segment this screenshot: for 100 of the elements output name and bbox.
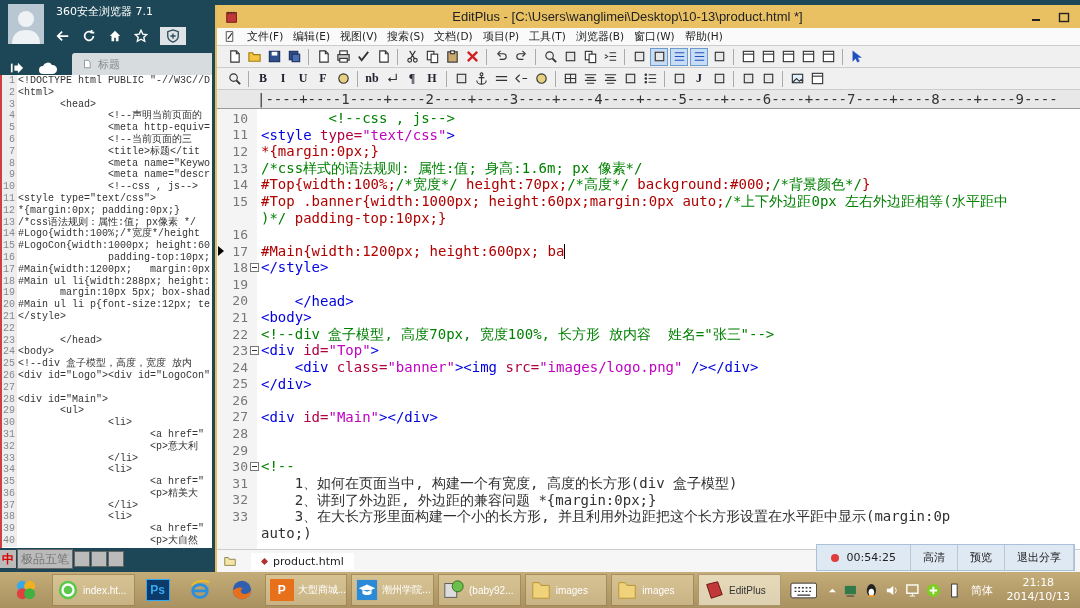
line-number: 16 xyxy=(232,226,248,242)
list-icon xyxy=(642,71,658,86)
menu-item[interactable]: 文档(D) xyxy=(429,29,478,44)
code-line: <!-- xyxy=(260,458,295,476)
keyboard-icon[interactable] xyxy=(789,581,818,599)
refresh-icon[interactable] xyxy=(82,29,96,43)
menu-item[interactable]: 帮助(H) xyxy=(679,29,728,44)
format-button[interactable]: H xyxy=(423,69,441,88)
menu-item[interactable]: 项目(P) xyxy=(477,29,525,44)
menu-item[interactable]: 搜索(S) xyxy=(382,29,430,44)
clock-time: 21:18 xyxy=(1022,576,1055,590)
folder-icon[interactable] xyxy=(223,554,237,568)
code-line: <a href=" xyxy=(149,523,205,535)
code-line: </li> xyxy=(107,499,139,511)
avatar-icon xyxy=(8,4,44,44)
save-icon xyxy=(266,49,282,64)
line-number: 33 xyxy=(232,509,248,525)
app-badge: P xyxy=(269,579,294,601)
code-line: </li> xyxy=(107,452,139,464)
collapse-icon[interactable] xyxy=(249,263,259,273)
menu-item[interactable]: 文件(F) xyxy=(242,29,289,44)
line-number: 4 xyxy=(2,110,17,123)
code-line: 2、讲到了外边距, 外边距的兼容问题 *{margin:0px;} xyxy=(293,491,657,509)
code-line: <p>意大利 xyxy=(149,440,199,453)
code-line: margin:10px 5px; box-shad xyxy=(59,287,211,299)
line-number: 12 xyxy=(232,144,248,159)
format-button[interactable]: F xyxy=(314,69,332,88)
line-number: 29 xyxy=(2,405,17,418)
menu-item[interactable]: 窗口(W) xyxy=(629,29,680,44)
code-line: <li> xyxy=(107,511,133,524)
recorder-button[interactable]: 退出分享 xyxy=(1005,545,1074,570)
code-line: </div> xyxy=(260,375,312,393)
menu-item[interactable]: 工具(T) xyxy=(524,29,571,44)
monitor-icon[interactable] xyxy=(905,582,921,598)
line-number: 30 xyxy=(232,459,248,475)
line-number: 17 xyxy=(232,243,248,259)
line-number: 21 xyxy=(232,309,248,325)
line-number: 24 xyxy=(232,359,248,375)
ime-button[interactable] xyxy=(74,551,90,567)
menu-item[interactable]: 视图(V) xyxy=(335,29,383,44)
code-line: <p>精美大 xyxy=(149,487,199,500)
recorder-button[interactable]: 高清 xyxy=(911,545,958,570)
shield-icon xyxy=(166,29,180,43)
code-line: <p>大自然 xyxy=(149,535,199,547)
line-number: 24 xyxy=(2,346,17,359)
line-number: 30 xyxy=(2,417,17,429)
image-icon xyxy=(789,71,805,86)
code-line: #Main ul li{width:288px; height: xyxy=(17,275,211,287)
toolbar-button[interactable] xyxy=(650,47,668,66)
code-line: <style type="text/css"> xyxy=(17,192,157,205)
line-number: 19 xyxy=(2,287,17,300)
format-button[interactable]: B xyxy=(254,69,272,88)
plus-circle-icon[interactable] xyxy=(926,582,941,598)
code-line: 1、如何在页面当中, 构建一个有宽度, 高度的长方形(div 盒子模型) xyxy=(293,475,738,492)
format-button[interactable]: ¶ xyxy=(403,69,421,88)
home-icon[interactable] xyxy=(108,29,122,43)
cloud-icon[interactable] xyxy=(38,61,58,75)
format-button[interactable]: I xyxy=(274,69,292,88)
star-icon[interactable] xyxy=(134,29,148,43)
ime-button[interactable] xyxy=(91,551,107,567)
menu-item[interactable]: 浏览器(B) xyxy=(570,29,630,44)
line-number: 9 xyxy=(2,169,17,182)
code-line: <!--div 盒子模型，高度，宽度 放内 xyxy=(17,358,192,370)
document-tab[interactable]: product.html xyxy=(251,552,354,570)
toolbar-button[interactable] xyxy=(690,47,708,66)
taskbar-button[interactable]: EditPlus xyxy=(698,574,781,606)
recorder-button[interactable]: 预览 xyxy=(958,545,1005,570)
document-menu-icon[interactable] xyxy=(223,30,236,43)
toolbar-button[interactable] xyxy=(670,47,688,66)
back-icon[interactable] xyxy=(56,29,70,43)
shield-button[interactable] xyxy=(160,27,186,45)
code-line: <!--div 盒子模型, 高度70px, 宽度100%, 长方形 放内容 姓名="张三"--> xyxy=(260,325,775,343)
scissors-icon xyxy=(404,49,420,64)
line-number: 34 xyxy=(2,464,17,477)
line-number: 39 xyxy=(2,523,17,536)
line-number: 29 xyxy=(232,442,248,458)
menu-item[interactable]: 编辑(E) xyxy=(288,29,336,44)
window-icon xyxy=(809,71,825,86)
mortarboard-icon xyxy=(356,579,379,601)
line-number: 15 xyxy=(2,240,17,252)
collapse-icon[interactable] xyxy=(249,346,259,356)
toolbar-button[interactable] xyxy=(334,47,352,66)
sidebar-arrow-icon[interactable] xyxy=(10,61,24,75)
code-line: <div id="Main"> xyxy=(17,393,108,405)
code-line: <meta name="Keywo xyxy=(107,157,211,169)
line-number: 14 xyxy=(2,228,17,241)
ime-button[interactable] xyxy=(108,551,124,567)
code-line: #Main ul li p{font-size:12px; te xyxy=(17,299,211,311)
checkmark-icon xyxy=(355,49,371,64)
taskbar-button[interactable]: Ps xyxy=(138,574,177,606)
format-button[interactable]: J xyxy=(690,69,708,88)
collapse-icon[interactable] xyxy=(249,462,259,472)
code-line: <li> xyxy=(107,464,133,477)
format-button[interactable]: nb xyxy=(363,69,381,88)
code-line: </head> xyxy=(293,292,354,310)
line-number: 27 xyxy=(232,409,248,425)
format-button[interactable]: U xyxy=(294,69,312,88)
window-icon xyxy=(820,49,836,64)
diamond-icon xyxy=(261,557,268,565)
code-line: <div class="banner"><img src="images/logo.png" /></div> xyxy=(293,358,759,376)
